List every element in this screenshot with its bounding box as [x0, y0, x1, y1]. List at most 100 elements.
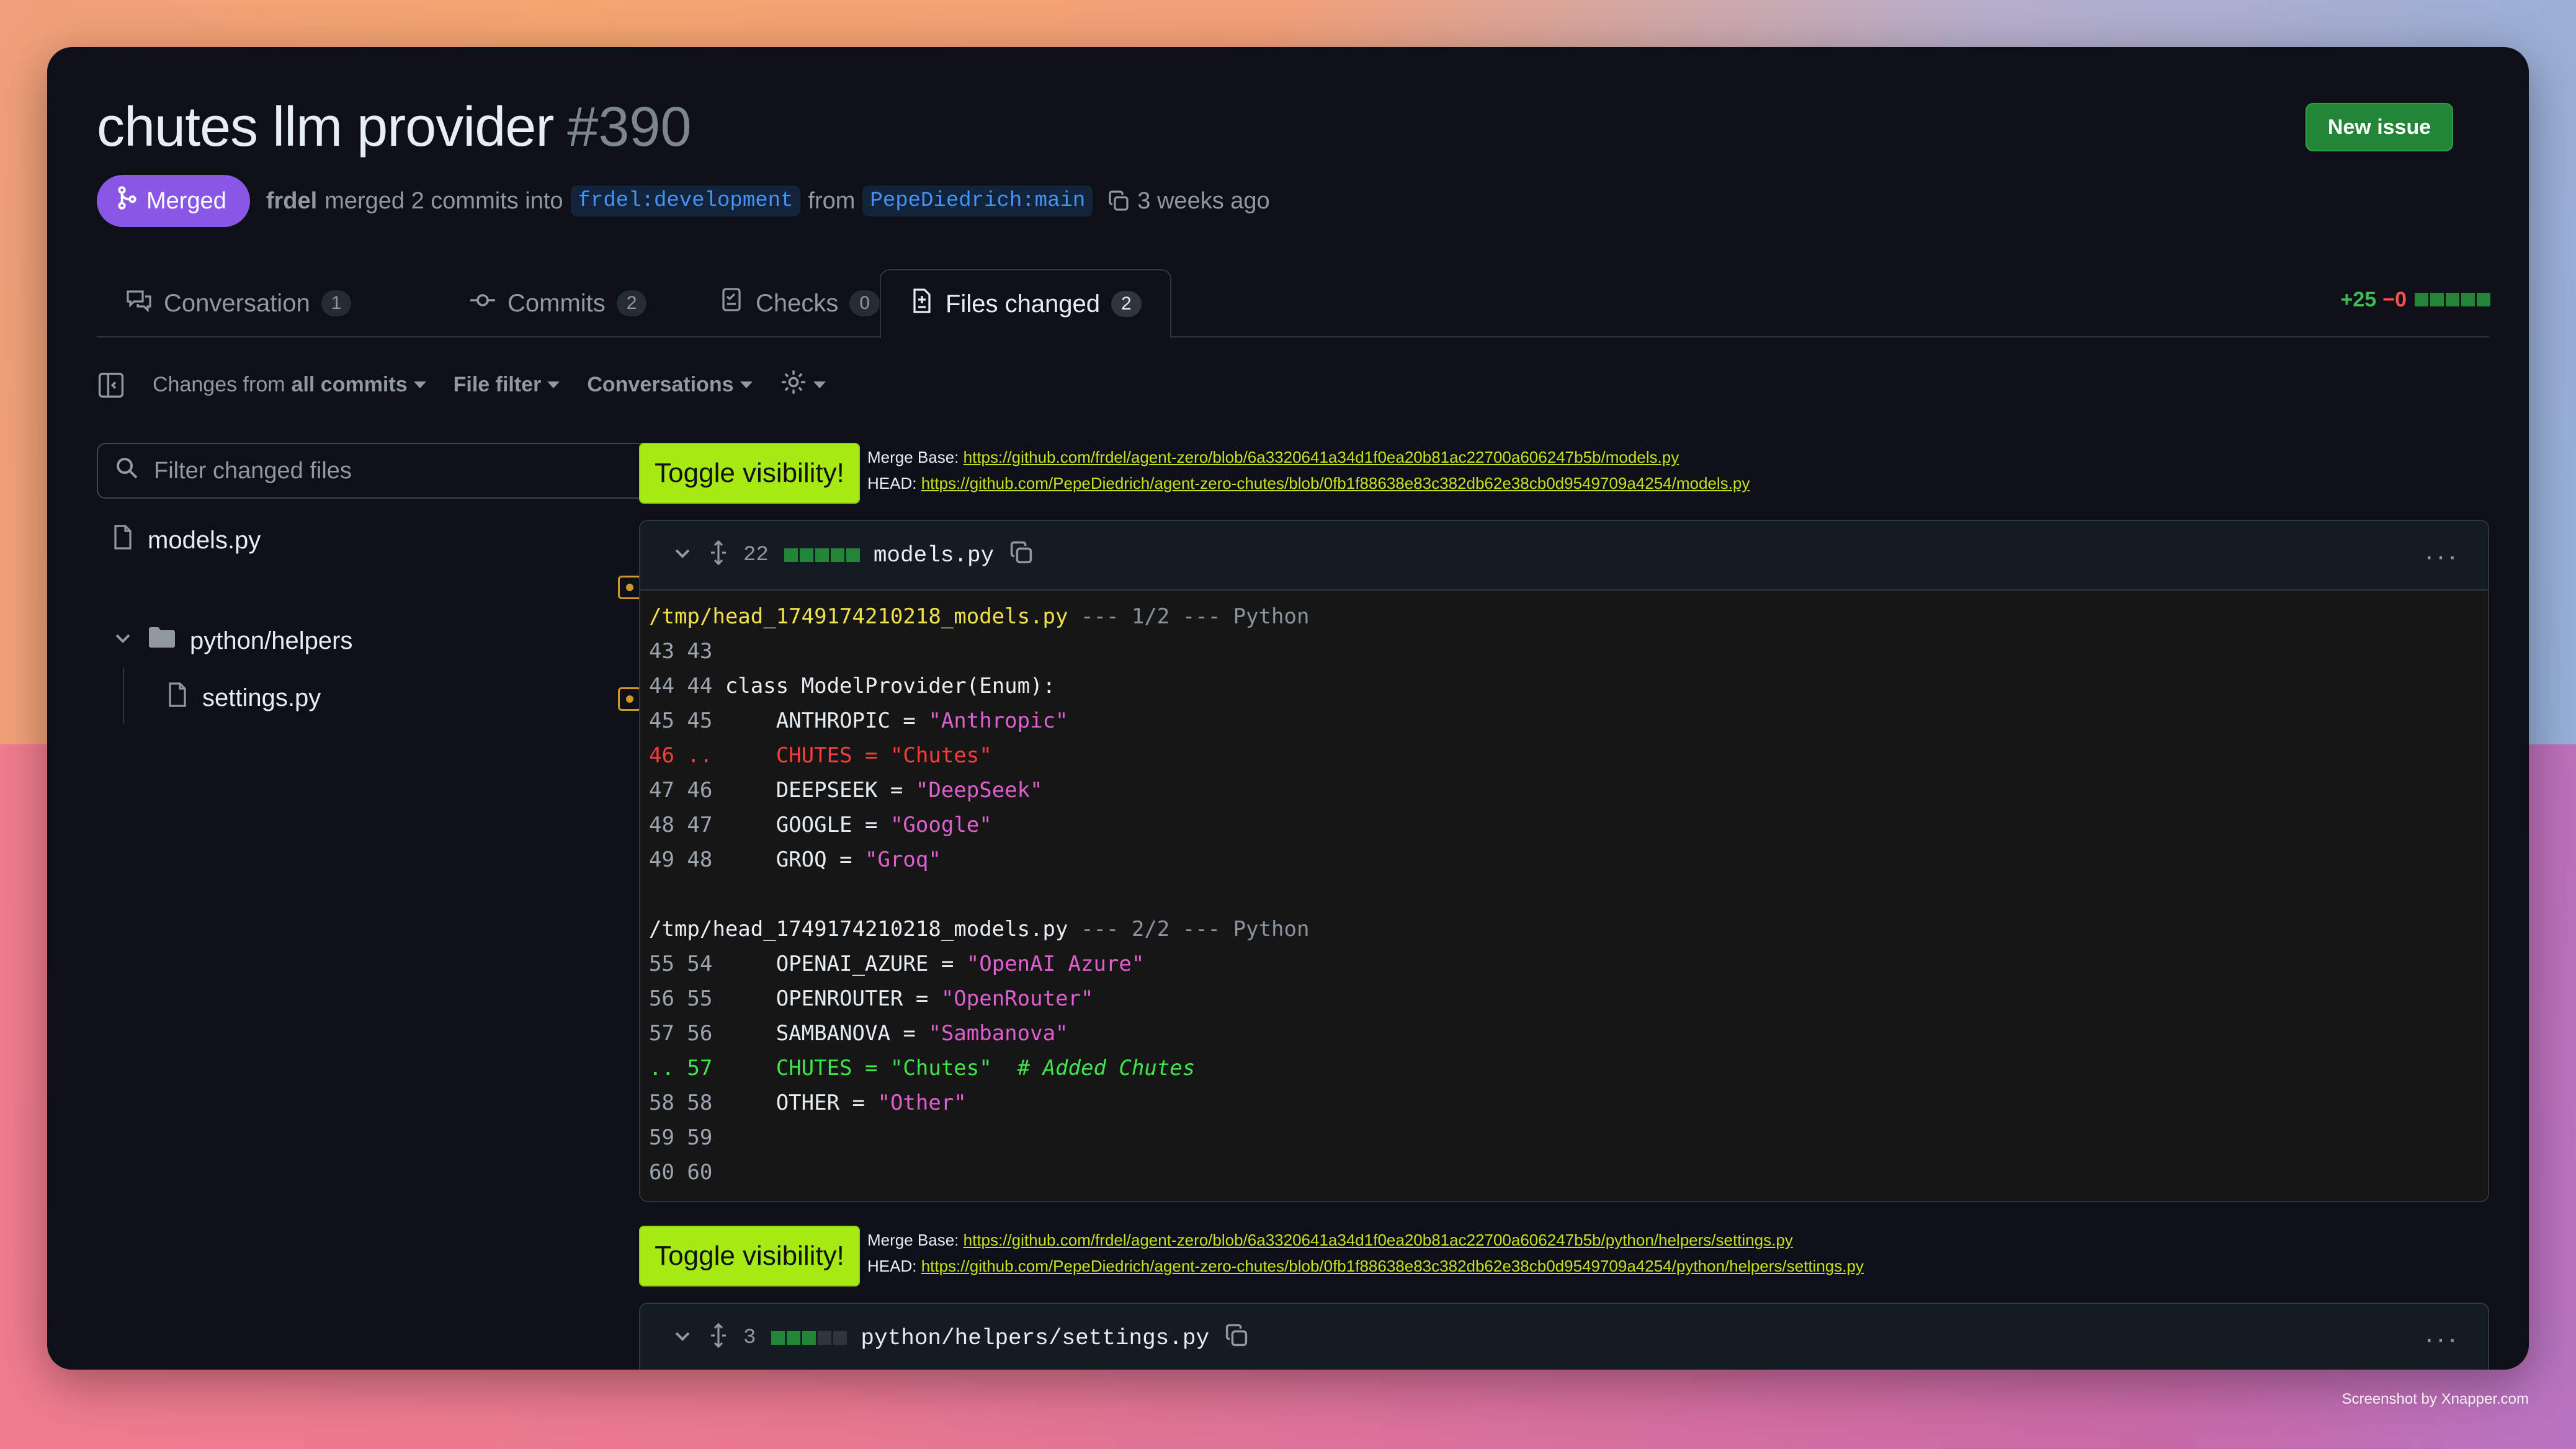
code-line: 47 46 DEEPSEEK = "DeepSeek"	[649, 778, 1043, 803]
conversation-icon	[125, 288, 153, 319]
head-link[interactable]: https://github.com/PepeDiedrich/agent-ze…	[921, 474, 1750, 493]
modified-icon	[618, 687, 642, 711]
merged-status-badge: Merged	[97, 175, 250, 227]
additions-count: +25	[2340, 288, 2377, 311]
tab-commits[interactable]: Commits 2	[469, 269, 647, 337]
gear-icon	[780, 368, 807, 401]
diffstat: +25 −0	[2341, 288, 2490, 312]
tab-files-changed-label: Files changed	[946, 290, 1101, 318]
file-filter-label: File filter	[453, 373, 542, 396]
tree-indent-line	[123, 667, 124, 723]
file-tree-item-models[interactable]: models.py	[112, 524, 261, 557]
code-line: 43 43	[649, 639, 713, 664]
copy-branch-icon[interactable]	[1106, 189, 1131, 213]
tab-checks-label: Checks	[756, 289, 839, 317]
file-name[interactable]: python/helpers/settings.py	[861, 1326, 1209, 1351]
watermark: Screenshot by Xnapper.com	[2341, 1391, 2529, 1407]
file-diff-settings: 3 python/helpers/settings.py ···	[639, 1303, 2489, 1370]
files-toolbar: Changes from all commits File filter Con…	[97, 368, 853, 401]
new-issue-button[interactable]: New issue	[2305, 103, 2453, 151]
diff-bar	[769, 1326, 847, 1350]
base-branch-link[interactable]: frdel:development	[570, 185, 801, 216]
tab-commits-count: 2	[616, 290, 647, 316]
deletions-count: −0	[2382, 288, 2407, 311]
code-line: 60 60	[649, 1160, 713, 1185]
collapse-chevron-icon[interactable]	[671, 542, 694, 569]
file-filter-dropdown[interactable]: File filter	[454, 373, 560, 397]
code-line-removed: 46 .. CHUTES = "Chutes"	[649, 743, 992, 768]
tab-conversation[interactable]: Conversation 1	[125, 269, 352, 337]
pr-author-link[interactable]: frdel	[266, 188, 317, 215]
file-name[interactable]: models.py	[874, 543, 994, 568]
conversations-label: Conversations	[587, 373, 734, 396]
chevron-down-icon	[740, 381, 753, 388]
changes-from-dropdown[interactable]: Changes from all commits	[153, 373, 426, 397]
hunk-header: /tmp/head_1749174210218_models.py --- 2/…	[649, 917, 1310, 942]
folder-icon	[148, 625, 176, 656]
code-line: 45 45 ANTHROPIC = "Anthropic"	[649, 708, 1068, 733]
merge-base-link[interactable]: https://github.com/frdel/agent-zero/blob…	[964, 1231, 1793, 1249]
head-link[interactable]: https://github.com/PepeDiedrich/agent-ze…	[921, 1257, 1864, 1275]
changes-from-prefix: Changes from	[153, 373, 285, 396]
expand-all-icon[interactable]	[707, 540, 730, 571]
pr-time-ago: 3 weeks ago	[1137, 187, 1270, 214]
merge-base-link[interactable]: https://github.com/frdel/agent-zero/blob…	[964, 448, 1679, 466]
filter-placeholder: Filter changed files	[154, 457, 352, 484]
code-line: 48 47 GOOGLE = "Google"	[649, 813, 992, 837]
merge-links: Merge Base: https://github.com/frdel/age…	[867, 1227, 1864, 1279]
search-icon	[114, 455, 139, 486]
head-label: HEAD:	[867, 474, 917, 493]
diff-bar	[782, 543, 860, 568]
diffstat-bar	[2413, 288, 2490, 312]
tab-files-changed[interactable]: Files changed 2	[880, 269, 1171, 339]
head-label: HEAD:	[867, 1257, 917, 1275]
checklist-icon	[720, 287, 745, 320]
hunk-header: /tmp/head_1749174210218_models.py --- 1/…	[649, 604, 1310, 629]
conversations-dropdown[interactable]: Conversations	[587, 373, 753, 397]
pr-from-text: from	[808, 187, 856, 214]
commit-icon	[469, 288, 496, 319]
copy-path-icon[interactable]	[1223, 1322, 1250, 1355]
file-tree-label: python/helpers	[190, 626, 353, 654]
pr-title: chutes llm provider	[97, 96, 554, 158]
changes-from-value: all commits	[291, 373, 408, 396]
copy-path-icon[interactable]	[1008, 539, 1035, 572]
code-line-added: .. 57 CHUTES = "Chutes" # Added Chutes	[649, 1056, 1196, 1081]
tab-conversation-label: Conversation	[164, 289, 310, 317]
file-tree-label: settings.py	[202, 684, 321, 711]
chevron-down-icon	[413, 381, 426, 388]
merged-status-label: Merged	[146, 187, 226, 214]
filter-files-input[interactable]: Filter changed files	[97, 443, 659, 499]
file-tree-folder-python-helpers[interactable]: python/helpers	[112, 625, 352, 656]
code-line: 59 59	[649, 1125, 713, 1150]
file-header: 3 python/helpers/settings.py ···	[640, 1304, 2488, 1370]
code-line: 55 54 OPENAI_AZURE = "OpenAI Azure"	[649, 952, 1145, 976]
tab-checks[interactable]: Checks 0	[720, 269, 880, 337]
file-tree-label: models.py	[148, 526, 261, 554]
file-tree-item-settings[interactable]: settings.py	[166, 681, 321, 715]
collapse-chevron-icon[interactable]	[671, 1324, 694, 1352]
code-line: 58 58 OTHER = "Other"	[649, 1090, 967, 1115]
code-line: 57 56 SAMBANOVA = "Sambanova"	[649, 1021, 1068, 1046]
more-options-icon[interactable]: ···	[2425, 541, 2459, 572]
tab-checks-count: 0	[849, 290, 880, 316]
toggle-visibility-button[interactable]: Toggle visibility!	[639, 443, 860, 504]
modified-icon	[618, 576, 642, 599]
file-diff-models: 22 models.py ··· /tmp/head_1749174210218…	[639, 520, 2489, 1202]
change-count: 3	[743, 1326, 756, 1350]
code-line: 44 44 class ModelProvider(Enum):	[649, 674, 1056, 698]
toggle-visibility-button[interactable]: Toggle visibility!	[639, 1226, 860, 1286]
change-count: 22	[743, 543, 769, 567]
code-diff: /tmp/head_1749174210218_models.py --- 1/…	[640, 591, 2488, 1201]
more-options-icon[interactable]: ···	[2425, 1324, 2459, 1355]
pr-title-row: chutes llm provider #390	[97, 96, 692, 159]
pr-number: #390	[567, 96, 692, 158]
merge-links: Merge Base: https://github.com/frdel/age…	[867, 444, 1750, 496]
settings-dropdown[interactable]	[780, 368, 826, 401]
expand-all-icon[interactable]	[707, 1322, 730, 1353]
tab-files-changed-count: 2	[1111, 291, 1142, 317]
toggle-file-tree-icon[interactable]	[97, 371, 125, 399]
head-branch-link[interactable]: PepeDiedrich:main	[862, 185, 1093, 216]
file-header: 22 models.py ···	[640, 521, 2488, 591]
